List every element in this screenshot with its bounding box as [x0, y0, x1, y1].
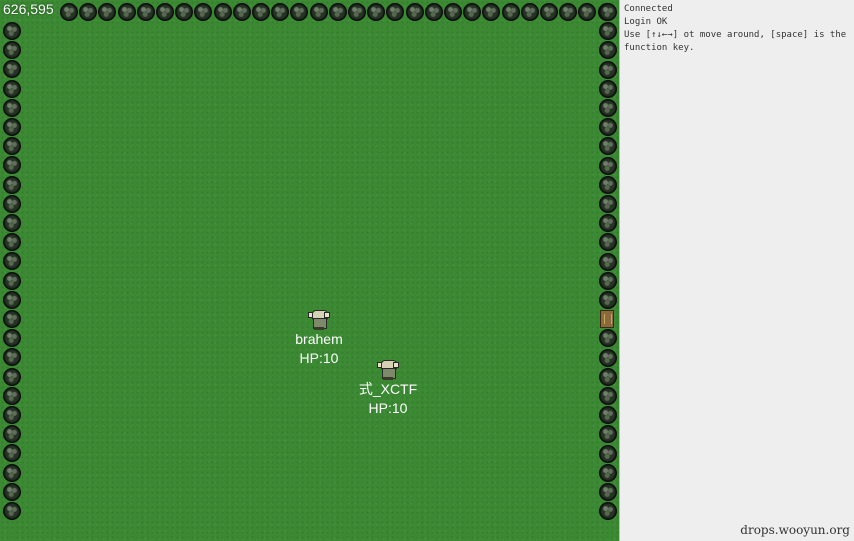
tree-icon	[3, 195, 21, 213]
tree-icon	[599, 41, 617, 59]
coordinates-readout: 626,595	[3, 1, 54, 17]
tree-icon	[290, 3, 308, 21]
console-line-connected: Connected	[624, 4, 673, 14]
tree-icon	[599, 329, 617, 347]
tree-icon	[3, 214, 21, 232]
tree-icon	[599, 137, 617, 155]
tree-icon	[367, 3, 385, 21]
tree-icon	[3, 425, 21, 443]
tree-icon	[599, 195, 617, 213]
tree-icon	[3, 444, 21, 462]
tree-icon	[3, 310, 21, 328]
door-tile	[600, 310, 614, 328]
tree-icon	[3, 387, 21, 405]
tree-icon	[599, 502, 617, 520]
tree-icon	[3, 291, 21, 309]
tree-icon	[599, 80, 617, 98]
message-console: Connected Login OK Use [↑↓←→] ot move ar…	[619, 0, 854, 541]
player-hp: HP:10	[368, 400, 408, 416]
tree-icon	[3, 483, 21, 501]
tree-icon	[60, 3, 78, 21]
tree-icon	[599, 425, 617, 443]
tree-icon	[540, 3, 558, 21]
tree-icon	[599, 291, 617, 309]
tree-icon	[310, 3, 328, 21]
tree-icon	[599, 22, 617, 40]
tree-icon	[444, 3, 462, 21]
tree-icon	[3, 60, 21, 78]
player-sprite-icon	[308, 310, 330, 330]
tree-icon	[599, 445, 617, 463]
tree-icon	[578, 3, 596, 21]
tree-icon	[599, 3, 617, 21]
tree-icon	[252, 3, 270, 21]
tree-icon	[3, 464, 21, 482]
tree-icon	[502, 3, 520, 21]
tree-icon	[3, 252, 21, 270]
tree-icon	[3, 502, 21, 520]
tree-icon	[137, 3, 155, 21]
tree-icon	[3, 41, 21, 59]
tree-icon	[214, 3, 232, 21]
tree-icon	[599, 253, 617, 271]
tree-icon	[599, 157, 617, 175]
tree-icon	[175, 3, 193, 21]
tree-icon	[599, 368, 617, 386]
tree-icon	[599, 349, 617, 367]
player-sprite-icon	[377, 360, 399, 380]
tree-icon	[3, 137, 21, 155]
console-line-help: Use [↑↓←→] ot move around, [space] is th…	[624, 30, 852, 53]
tree-icon	[79, 3, 97, 21]
tree-icon	[3, 99, 21, 117]
tree-icon	[3, 80, 21, 98]
player-name: brahem	[295, 331, 343, 347]
tree-icon	[3, 233, 21, 251]
tree-icon	[3, 272, 21, 290]
tree-icon	[3, 22, 21, 40]
tree-icon	[156, 3, 174, 21]
tree-icon	[599, 464, 617, 482]
tree-icon	[98, 3, 116, 21]
tree-icon	[599, 176, 617, 194]
tree-icon	[386, 3, 404, 21]
tree-icon	[599, 61, 617, 79]
player-xctf: 式_XCTF HP:10	[333, 360, 443, 418]
tree-icon	[3, 118, 21, 136]
tree-icon	[3, 348, 21, 366]
tree-icon	[3, 406, 21, 424]
tree-icon	[559, 3, 577, 21]
tree-icon	[599, 214, 617, 232]
tree-icon	[599, 272, 617, 290]
tree-icon	[599, 387, 617, 405]
tree-icon	[3, 329, 21, 347]
tree-icon	[194, 3, 212, 21]
tree-icon	[118, 3, 136, 21]
tree-icon	[599, 118, 617, 136]
tree-icon	[599, 99, 617, 117]
watermark: drops.wooyun.org	[740, 523, 850, 537]
tree-icon	[3, 156, 21, 174]
tree-icon	[348, 3, 366, 21]
tree-icon	[271, 3, 289, 21]
tree-icon	[406, 3, 424, 21]
tree-icon	[482, 3, 500, 21]
tree-icon	[425, 3, 443, 21]
tree-icon	[599, 483, 617, 501]
player-name: 式_XCTF	[358, 381, 418, 397]
game-canvas[interactable]: 626,595 brahem HP:10 式_XCTF HP:10	[0, 0, 619, 541]
tree-icon	[463, 3, 481, 21]
tree-icon	[3, 176, 21, 194]
tree-icon	[329, 3, 347, 21]
tree-icon	[599, 406, 617, 424]
tree-icon	[599, 233, 617, 251]
console-line-login: Login OK	[624, 17, 668, 27]
tree-icon	[521, 3, 539, 21]
tree-icon	[3, 368, 21, 386]
tree-icon	[233, 3, 251, 21]
